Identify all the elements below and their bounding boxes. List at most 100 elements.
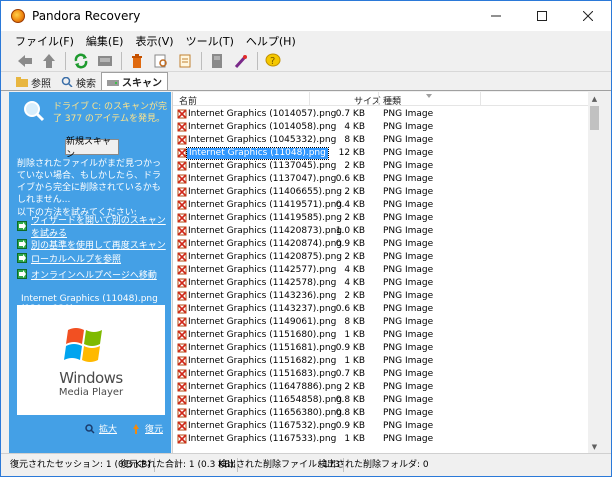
properties-button[interactable] [175, 51, 195, 71]
recover-button[interactable] [127, 51, 147, 71]
column-size[interactable]: サイズ [354, 94, 381, 107]
file-size: 2 KB [344, 187, 365, 197]
scroll-up-icon[interactable]: ▲ [588, 92, 600, 105]
tab-search[interactable]: 検索 [56, 74, 101, 90]
drive-icon [107, 77, 119, 87]
online-help-link[interactable]: オンラインヘルプページへ移動 [17, 268, 157, 281]
up-button[interactable] [39, 51, 59, 71]
maximize-button[interactable] [519, 1, 565, 31]
notes-button[interactable] [207, 51, 227, 71]
menu-file[interactable]: ファイル(F) [15, 33, 74, 49]
document-search-icon [154, 54, 167, 67]
file-size: 0.7 KB [335, 109, 365, 119]
deleted-file-icon [177, 369, 187, 379]
file-size: 0.9 KB [335, 343, 365, 353]
file-row[interactable]: Internet Graphics (1045332).png 8 KB PNG I… [173, 134, 588, 147]
file-row[interactable]: Internet Graphics (1143237).png 0.6 KB PNG… [173, 303, 588, 316]
deleted-file-icon [177, 343, 187, 353]
file-row[interactable]: Internet Graphics (1167532).png 0.9 KB PNG… [173, 420, 588, 433]
restore-link[interactable]: 復元 [131, 422, 163, 435]
rescan-link[interactable]: 別の基準を使用して再度スキャン [17, 238, 166, 251]
rescan-label: 別の基準を使用して再度スキャン [31, 240, 166, 251]
file-row[interactable]: Internet Graphics (11406655).png 2 KB PNG … [173, 186, 588, 199]
file-row[interactable]: Internet Graphics (11420873).png 1.0 KB PN… [173, 225, 588, 238]
file-row[interactable]: Internet Graphics (11420874).png 0.9 KB PN… [173, 238, 588, 251]
tab-scan[interactable]: スキャン [101, 72, 168, 90]
file-row[interactable]: Internet Graphics (1137045).png 2 KB PNG I… [173, 160, 588, 173]
menu-help[interactable]: ヘルプ(H) [246, 33, 296, 49]
file-row[interactable]: Internet Graphics (11419585).png 2 KB PNG … [173, 212, 588, 225]
column-divider[interactable] [309, 92, 310, 106]
file-row[interactable]: Internet Graphics (11048).png 12 KB PNG Im… [173, 147, 588, 160]
open-wizard-link[interactable]: ウィザードを開いて別のスキャンを試みる [17, 216, 171, 239]
file-row[interactable]: Internet Graphics (11419571).png 0.4 KB PN… [173, 199, 588, 212]
deleted-file-icon [177, 187, 187, 197]
deleted-file-icon [177, 213, 187, 223]
menu-edit[interactable]: 編集(E) [86, 33, 124, 49]
tab-search-label: 検索 [76, 78, 96, 90]
minimize-icon [491, 15, 501, 17]
app-window: Pandora Recovery ファイル(F) 編集(E) 表示(V) ツール… [0, 0, 612, 477]
file-row[interactable]: Internet Graphics (11420875).png 2 KB PNG … [173, 251, 588, 264]
file-row[interactable]: Internet Graphics (1143236).png 2 KB PNG I… [173, 290, 588, 303]
file-row[interactable]: Internet Graphics (1014058).png 4 KB PNG I… [173, 121, 588, 134]
preview-button[interactable] [151, 51, 171, 71]
tab-browse[interactable]: 参照 [11, 74, 56, 90]
document-icon [179, 54, 191, 67]
scroll-down-icon[interactable]: ▼ [588, 440, 600, 453]
file-row[interactable]: Internet Graphics (1151682).png 1 KB PNG I… [173, 355, 588, 368]
deleted-file-icon [177, 239, 187, 249]
file-row[interactable]: Internet Graphics (1151683).png 0.7 KB PNG… [173, 368, 588, 381]
vertical-scrollbar[interactable]: ▲ ▼ [588, 92, 600, 453]
file-size: 0.9 KB [335, 421, 365, 431]
column-name[interactable]: 名前 [179, 94, 197, 107]
menu-tools[interactable]: ツール(T) [186, 33, 234, 49]
menu-view[interactable]: 表示(V) [135, 33, 173, 49]
file-type: PNG Image [383, 317, 434, 327]
file-row[interactable]: Internet Graphics (1142577).png 4 KB PNG I… [173, 264, 588, 277]
file-row[interactable]: Internet Graphics (11647886).png 2 KB PNG … [173, 381, 588, 394]
file-size: 4 KB [344, 278, 365, 288]
tab-browse-label: 参照 [31, 78, 51, 90]
toolbar-separator [121, 51, 122, 70]
window-title: Pandora Recovery [32, 9, 141, 23]
file-list: 名前 サイズ 種類 Internet Graphics (1014057).pn… [172, 92, 600, 453]
column-divider[interactable] [378, 92, 379, 106]
file-type: PNG Image [383, 265, 434, 275]
file-size: 2 KB [344, 161, 365, 171]
new-scan-button[interactable]: 新規スキャン [65, 137, 119, 160]
file-row[interactable]: Internet Graphics (1167533).png 1 KB PNG I… [173, 433, 588, 446]
magnifier-icon [24, 101, 45, 122]
file-row[interactable]: Internet Graphics (1142578).png 4 KB PNG I… [173, 277, 588, 290]
refresh-icon [74, 53, 88, 68]
file-type: PNG Image [383, 421, 434, 431]
file-row[interactable]: Internet Graphics (1137047).png 0.6 KB PNG… [173, 173, 588, 186]
column-type[interactable]: 種類 [383, 94, 401, 107]
folder-icon [16, 77, 28, 87]
minimize-button[interactable] [473, 1, 519, 31]
file-row[interactable]: Internet Graphics (1151680).png 1 KB PNG I… [173, 329, 588, 342]
file-type: PNG Image [383, 356, 434, 366]
zoom-link[interactable]: 拡大 [85, 422, 117, 435]
local-help-link[interactable]: ローカルヘルプを参照 [17, 252, 121, 265]
close-button[interactable] [565, 1, 611, 31]
status-bar: 復元されたセッション: 1 (0.3 KB) 復元された合計: 1 (0.3 K… [1, 453, 611, 476]
file-row[interactable]: Internet Graphics (11654858).png 0.8 KB PN… [173, 394, 588, 407]
scroll-thumb[interactable] [590, 106, 599, 130]
file-row[interactable]: Internet Graphics (1014057).png 0.7 KB PNG… [173, 108, 588, 121]
file-row[interactable]: Internet Graphics (1151681).png 0.9 KB PNG… [173, 342, 588, 355]
column-divider[interactable] [480, 92, 481, 106]
deleted-file-icon [177, 408, 187, 418]
file-type: PNG Image [383, 304, 434, 314]
file-row[interactable]: Internet Graphics (11656380).png 0.8 KB PN… [173, 407, 588, 420]
file-row[interactable]: Internet Graphics (1149061).png 8 KB PNG I… [173, 316, 588, 329]
disk-button[interactable] [95, 51, 115, 71]
file-type: PNG Image [383, 395, 434, 405]
help-bubble-icon: ? [265, 53, 281, 67]
help-button[interactable]: ? [263, 51, 283, 71]
back-button[interactable] [15, 51, 35, 71]
toolbar-separator [201, 51, 202, 70]
refresh-button[interactable] [71, 51, 91, 71]
zoom-label: 拡大 [99, 425, 118, 435]
tools-button[interactable] [231, 51, 251, 71]
